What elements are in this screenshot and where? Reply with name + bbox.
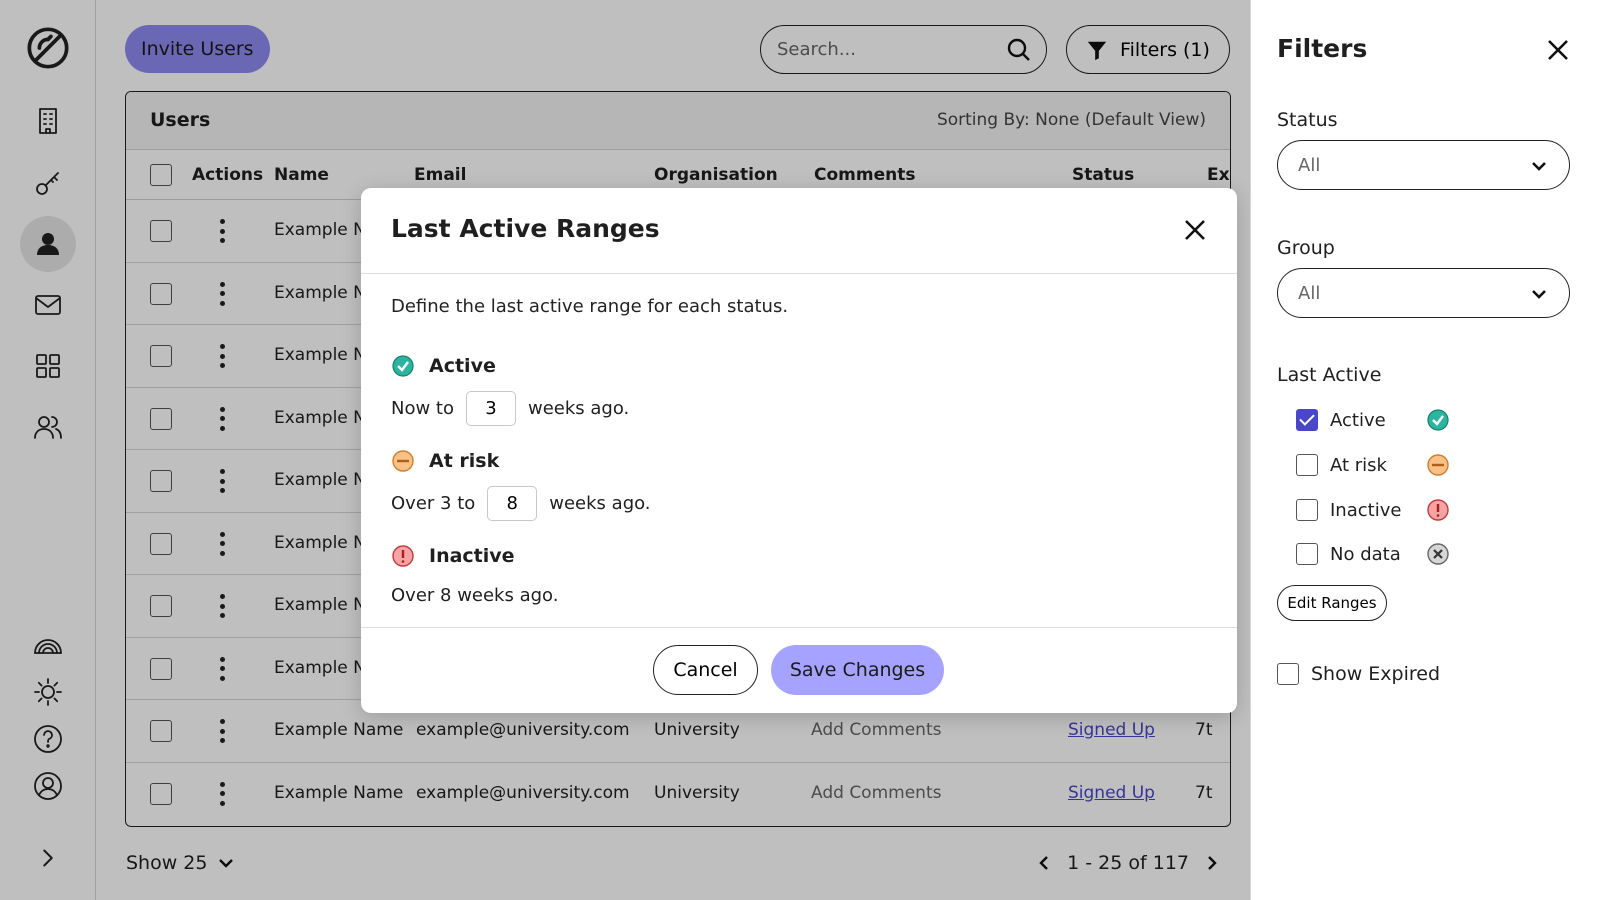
exclamation-circle-icon <box>392 545 414 567</box>
active-range: Now to weeks ago. <box>391 391 629 426</box>
close-icon[interactable] <box>1546 38 1570 62</box>
edit-ranges-button[interactable]: Edit Ranges <box>1277 585 1387 621</box>
atrisk-label: At risk <box>429 450 500 472</box>
status-filter-label: Status <box>1277 109 1338 131</box>
group-filter-label: Group <box>1277 237 1335 259</box>
chevron-down-icon <box>1532 162 1546 171</box>
filter-option-no-data[interactable]: No data <box>1296 543 1449 565</box>
option-label: No data <box>1330 543 1401 565</box>
inactive-status-heading: Inactive <box>391 544 515 568</box>
active-prefix: Now to <box>391 398 454 419</box>
group-select-value: All <box>1298 282 1321 304</box>
active-suffix: weeks ago. <box>528 398 630 419</box>
modal-description: Define the last active range for each st… <box>391 296 789 317</box>
show-expired-checkbox[interactable] <box>1277 663 1299 685</box>
modal-header: Last Active Ranges <box>361 188 1237 274</box>
option-label: At risk <box>1330 454 1387 476</box>
active-status-heading: Active <box>391 354 496 378</box>
atrisk-status-heading: At risk <box>391 449 499 473</box>
atrisk-weeks-input[interactable] <box>487 486 538 521</box>
inactive-checkbox[interactable] <box>1296 499 1318 521</box>
option-label: Inactive <box>1330 499 1402 521</box>
show-expired-label: Show Expired <box>1311 663 1441 685</box>
exclamation-circle-icon <box>1427 499 1449 521</box>
show-expired-toggle[interactable]: Show Expired <box>1277 663 1440 685</box>
active-label: Active <box>429 355 496 377</box>
cancel-button[interactable]: Cancel <box>653 645 758 695</box>
filters-panel: Filters Status All Group All Last Active… <box>1250 0 1600 900</box>
modal-footer: Cancel Save Changes <box>361 627 1237 713</box>
option-label: Active <box>1330 409 1386 431</box>
inactive-text: Over 8 weeks ago. <box>391 585 559 606</box>
atrisk-prefix: Over 3 to <box>391 493 476 514</box>
modal-title: Last Active Ranges <box>391 214 660 243</box>
status-select-value: All <box>1298 154 1321 176</box>
filter-option-inactive[interactable]: Inactive <box>1296 499 1449 521</box>
filters-title: Filters <box>1277 34 1368 63</box>
minus-circle-icon <box>1427 454 1449 476</box>
x-circle-icon <box>1427 543 1449 565</box>
check-circle-icon <box>1427 409 1449 431</box>
inactive-label: Inactive <box>429 545 515 567</box>
inactive-range: Over 8 weeks ago. <box>391 585 558 606</box>
active-checkbox[interactable] <box>1296 409 1318 431</box>
filter-option-active[interactable]: Active <box>1296 409 1449 431</box>
group-select[interactable]: All <box>1277 268 1570 318</box>
no-data-checkbox[interactable] <box>1296 543 1318 565</box>
save-changes-button[interactable]: Save Changes <box>771 645 944 695</box>
atrisk-range: Over 3 to weeks ago. <box>391 486 651 521</box>
chevron-down-icon <box>1532 290 1546 299</box>
filter-option-at-risk[interactable]: At risk <box>1296 454 1449 476</box>
atrisk-suffix: weeks ago. <box>549 493 651 514</box>
last-active-ranges-modal: Last Active Ranges Define the last activ… <box>361 188 1237 713</box>
check-circle-icon <box>392 355 414 377</box>
last-active-filter-label: Last Active <box>1277 364 1382 386</box>
status-select[interactable]: All <box>1277 140 1570 190</box>
active-weeks-input[interactable] <box>466 391 516 426</box>
close-icon[interactable] <box>1183 218 1207 242</box>
at-risk-checkbox[interactable] <box>1296 454 1318 476</box>
minus-circle-icon <box>392 450 414 472</box>
